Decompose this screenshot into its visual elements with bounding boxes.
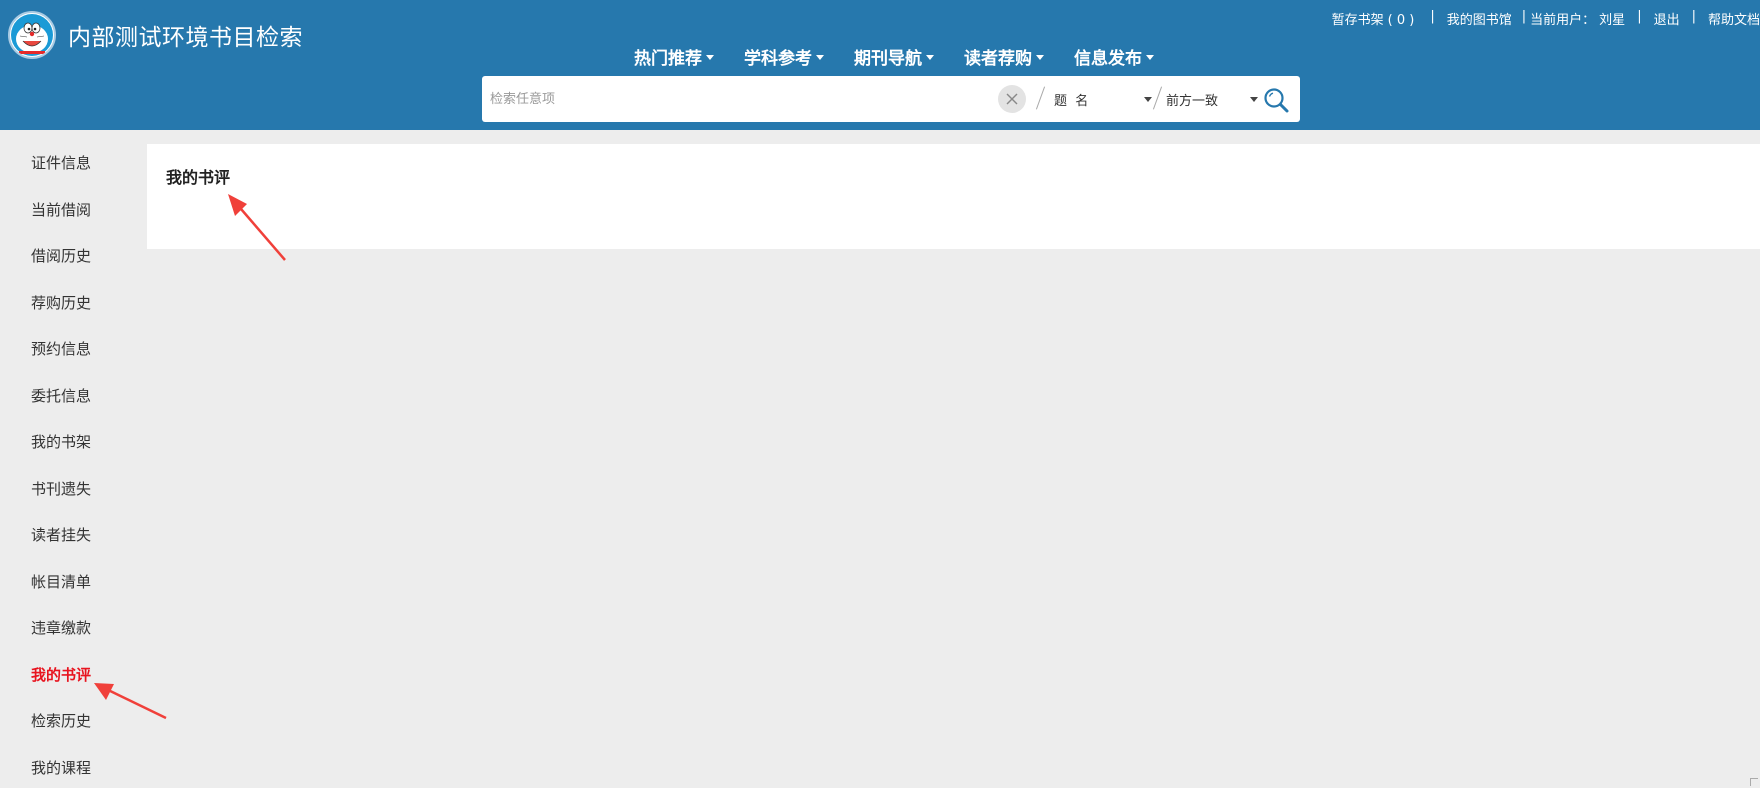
caret-down-icon bbox=[1146, 55, 1154, 60]
sidebar-item-entrust-info[interactable]: 委托信息 bbox=[31, 385, 91, 406]
header-bar: 内部测试环境书目检索 暂存书架( 0 ) | 我的图书馆 | 当前用户： 刘星 … bbox=[0, 0, 1760, 130]
divider bbox=[1152, 86, 1163, 110]
separator: | bbox=[1691, 9, 1696, 24]
my-library-link[interactable]: 我的图书馆 bbox=[1447, 9, 1512, 28]
doraemon-logo-icon[interactable] bbox=[8, 11, 56, 59]
main-nav: 热门推荐 学科参考 期刊导航 读者荐购 信息发布 bbox=[634, 44, 1184, 69]
sidebar-item-current-borrowing[interactable]: 当前借阅 bbox=[31, 199, 91, 220]
shelf-count: ( 0 ) bbox=[1387, 13, 1415, 28]
logout-link[interactable]: 退出 bbox=[1654, 9, 1680, 28]
sidebar-item-my-reviews[interactable]: 我的书评 bbox=[31, 664, 91, 685]
clear-search-button[interactable] bbox=[998, 85, 1026, 113]
nav-hot-recommend[interactable]: 热门推荐 bbox=[634, 44, 714, 69]
caret-down-icon bbox=[1144, 96, 1152, 102]
current-user-label: 当前用户： bbox=[1530, 13, 1596, 28]
sidebar-item-reservation-info[interactable]: 预约信息 bbox=[31, 338, 91, 359]
caret-down-icon bbox=[1250, 96, 1258, 102]
close-icon bbox=[1006, 93, 1018, 105]
sidebar-item-borrowing-history[interactable]: 借阅历史 bbox=[31, 245, 91, 266]
separator: | bbox=[1430, 9, 1435, 24]
caret-down-icon bbox=[1036, 55, 1044, 60]
caret-down-icon bbox=[926, 55, 934, 60]
search-bar: 题 名 前方一致 bbox=[482, 76, 1300, 122]
separator: | bbox=[1521, 9, 1527, 24]
nav-subject-reference[interactable]: 学科参考 bbox=[744, 44, 824, 69]
sidebar-item-reader-report-loss[interactable]: 读者挂失 bbox=[31, 524, 91, 545]
nav-info-publish[interactable]: 信息发布 bbox=[1074, 44, 1154, 69]
sidebar-item-purchase-history[interactable]: 荐购历史 bbox=[31, 292, 91, 313]
sidebar-item-violation-payment[interactable]: 违章缴款 bbox=[31, 617, 91, 638]
divider bbox=[1035, 86, 1046, 110]
site-title: 内部测试环境书目检索 bbox=[68, 25, 303, 51]
content-panel: 我的书评 bbox=[147, 144, 1760, 249]
search-input[interactable] bbox=[490, 85, 970, 113]
nav-journal-navigation[interactable]: 期刊导航 bbox=[854, 44, 934, 69]
nav-reader-recommend[interactable]: 读者荐购 bbox=[964, 44, 1044, 69]
top-links: 暂存书架( 0 ) | 我的图书馆 | 当前用户： 刘星 | 退出 | 帮助文档 bbox=[1332, 9, 1760, 28]
sidebar-item-my-courses[interactable]: 我的课程 bbox=[31, 757, 91, 778]
current-user-name[interactable]: 刘星 bbox=[1599, 9, 1625, 28]
match-mode-select[interactable]: 前方一致 bbox=[1166, 89, 1258, 109]
shelf-link[interactable]: 暂存书架( 0 ) bbox=[1332, 9, 1415, 28]
sidebar-item-card-info[interactable]: 证件信息 bbox=[31, 152, 91, 173]
separator: | bbox=[1637, 9, 1642, 24]
caret-down-icon bbox=[706, 55, 714, 60]
search-icon bbox=[1264, 88, 1289, 113]
resize-corner bbox=[1750, 778, 1758, 786]
sidebar-item-account-list[interactable]: 帐目清单 bbox=[31, 571, 91, 592]
page-title: 我的书评 bbox=[166, 168, 231, 187]
sidebar-item-search-history[interactable]: 检索历史 bbox=[31, 710, 91, 731]
sidebar-item-book-lost[interactable]: 书刊遗失 bbox=[31, 478, 91, 499]
search-button[interactable] bbox=[1262, 86, 1290, 114]
sidebar: 证件信息 当前借阅 借阅历史 荐购历史 预约信息 委托信息 我的书架 书刊遗失 … bbox=[0, 130, 147, 788]
caret-down-icon bbox=[816, 55, 824, 60]
help-link[interactable]: 帮助文档 bbox=[1708, 9, 1760, 28]
sidebar-item-my-bookshelf[interactable]: 我的书架 bbox=[31, 431, 91, 452]
search-field-select[interactable]: 题 名 bbox=[1054, 89, 1152, 109]
